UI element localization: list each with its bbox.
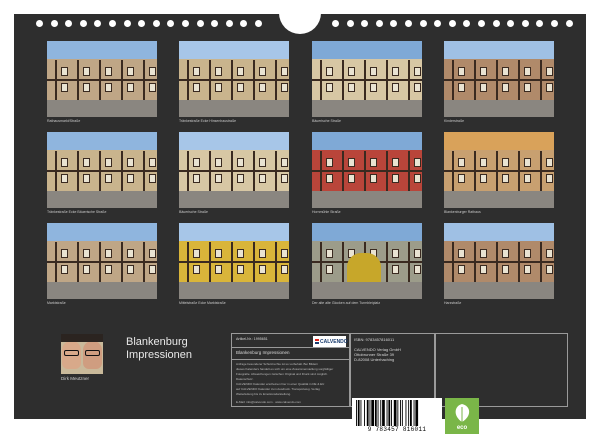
- binding-hole: [521, 20, 529, 27]
- binding-hole: [551, 20, 558, 27]
- fine-print-line: Datenschutz.: [236, 377, 254, 381]
- leaf-icon: [455, 404, 470, 422]
- publisher-line-3: D-82008 Unterhaching: [354, 357, 395, 362]
- author-name: Dirk Meutzner: [61, 376, 90, 381]
- calendar-photo: [312, 132, 422, 208]
- binding-hole: [182, 20, 189, 27]
- photo-caption: Bäuerische Straße: [179, 210, 208, 214]
- photo-caption: Harzstraße: [444, 301, 462, 305]
- binding-hole: [405, 20, 412, 27]
- hanger-cutout: [279, 10, 321, 34]
- eco-badge: eco: [445, 398, 479, 434]
- calendar-photo: [312, 41, 422, 117]
- binding-hole: [65, 20, 73, 27]
- binding-hole: [240, 20, 248, 27]
- contact-line: E-Mail: info@calvendo.com · www.calvendo…: [236, 400, 301, 404]
- calendar-back-cover: Rathausmarkt/Straße Tränkestraße Ecke Hin…: [14, 10, 586, 434]
- binding-hole: [94, 20, 102, 27]
- fine-print-line: Anfrage besonderer Schutzrechte ist so v…: [236, 362, 319, 366]
- fine-print-line: Weiterleitung bis zu Emotionsdarstellung…: [236, 392, 291, 396]
- calendar-photo: [179, 223, 289, 299]
- photo-caption: Der alte alte Glocken auf dem Turmbleipl…: [312, 301, 381, 305]
- binding-hole: [36, 20, 43, 27]
- isbn-text: ISBN: 9783457816011: [354, 337, 395, 342]
- binding-hole: [463, 20, 471, 27]
- calendar-photo: [444, 41, 554, 117]
- binding-hole: [138, 20, 146, 27]
- binding-hole: [196, 20, 204, 27]
- binding-hole: [79, 20, 87, 27]
- binding-hole: [50, 20, 58, 27]
- binding-hole: [123, 20, 131, 27]
- photo-caption: Kinderstraße: [444, 119, 465, 123]
- barcode-box: [434, 333, 568, 407]
- binding-hole: [361, 20, 369, 27]
- calendar-photo: [312, 223, 422, 299]
- article-number: Artikel-Nr.: 1995651: [236, 337, 268, 341]
- binding-hole: [211, 20, 219, 27]
- isbn-barcode: 9 783457 816011: [352, 398, 442, 434]
- binding-hole: [332, 20, 339, 27]
- binding-hole: [419, 20, 427, 27]
- fine-print-line: CALVENDO Kalender erscheinen hier in ein…: [236, 382, 325, 386]
- binding-hole: [507, 20, 515, 27]
- calendar-name: Blankenburg Impressionen: [236, 350, 290, 355]
- photo-caption: Blankenburger Rathaus: [444, 210, 481, 214]
- calendar-photo: [47, 223, 157, 299]
- fine-print-line: dieses Kalenders handelt es sich um eine…: [236, 367, 334, 371]
- binding-hole: [167, 20, 175, 27]
- fine-print-line: auf CALVENDO Kalender zum Ausdruck. Tran…: [236, 387, 320, 391]
- binding-hole: [109, 20, 116, 27]
- calendar-photo: [179, 132, 289, 208]
- binding-hole: [478, 20, 485, 27]
- calendar-photo: [444, 132, 554, 208]
- binding-hole: [152, 20, 160, 27]
- photo-caption: Tränkestraße Ecke Bäuerische Straße: [47, 210, 107, 214]
- product-info-box: Artikel-Nr.: 1995651 CALVENDO Blankenbur…: [231, 333, 351, 407]
- photo-caption: Hornmühle Straße: [312, 210, 341, 214]
- calendar-photo: [47, 41, 157, 117]
- binding-hole: [225, 20, 233, 27]
- photo-caption: Marktstraße: [47, 301, 66, 305]
- binding-hole: [448, 20, 456, 27]
- binding-hole: [255, 20, 262, 27]
- isbn-publisher-box: ISBN: 9783457816011 CALVENDO Verlag GmbH…: [349, 333, 436, 407]
- binding-hole: [565, 20, 573, 27]
- binding-hole: [375, 20, 383, 27]
- photo-caption: Bäuerische Straße: [312, 119, 341, 123]
- binding-hole: [390, 20, 398, 27]
- photo-caption: Mittelstraße Ecke Marktstraße: [179, 301, 226, 305]
- calendar-title-line1: Blankenburg: [126, 336, 188, 348]
- binding-hole: [346, 20, 354, 27]
- binding-hole: [536, 20, 544, 27]
- calendar-photo: [444, 223, 554, 299]
- calendar-photo: [179, 41, 289, 117]
- photo-caption: Rathausmarkt/Straße: [47, 119, 81, 123]
- binding-hole: [434, 20, 442, 27]
- author-photo: [61, 334, 103, 374]
- photo-caption: Tränkestraße Ecke Hinsenhaustraße: [179, 119, 237, 123]
- fine-print-line: Fotografie. Abweichungen zwischen Origin…: [236, 372, 328, 376]
- calendar-title-line2: Impressionen: [126, 349, 193, 361]
- binding-hole: [492, 20, 500, 27]
- calendar-photo: [47, 132, 157, 208]
